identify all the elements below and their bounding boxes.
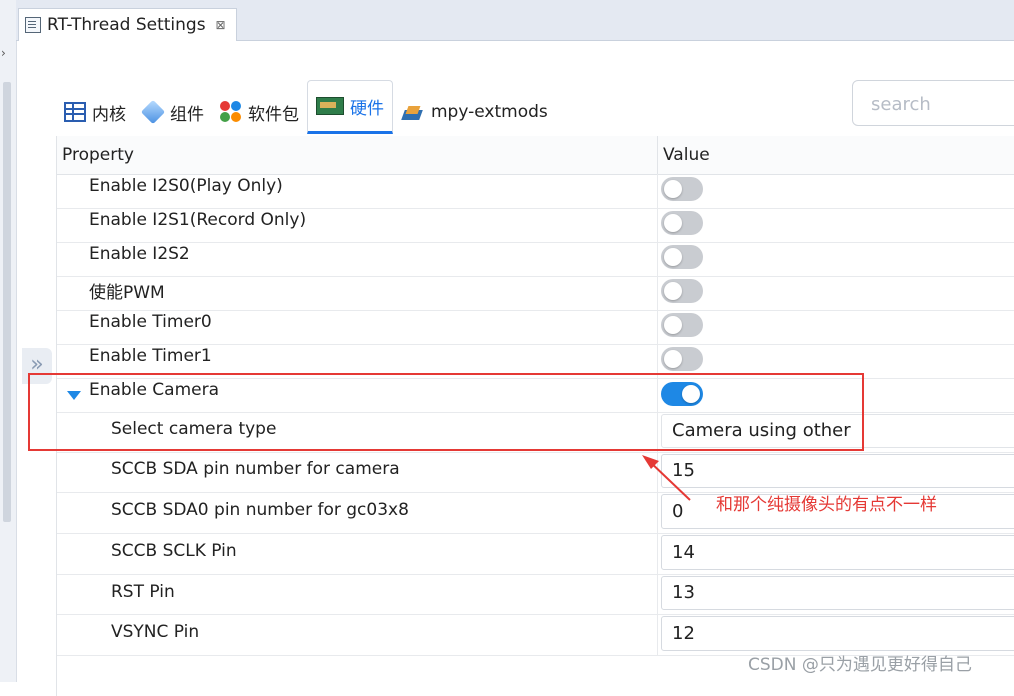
annotation-arrow xyxy=(642,455,691,501)
arrow-line xyxy=(647,459,691,501)
watermark: CSDN @只为遇见更好得自己 xyxy=(748,655,972,675)
annotation-note: 和那个纯摄像头的有点不一样 xyxy=(716,495,937,515)
